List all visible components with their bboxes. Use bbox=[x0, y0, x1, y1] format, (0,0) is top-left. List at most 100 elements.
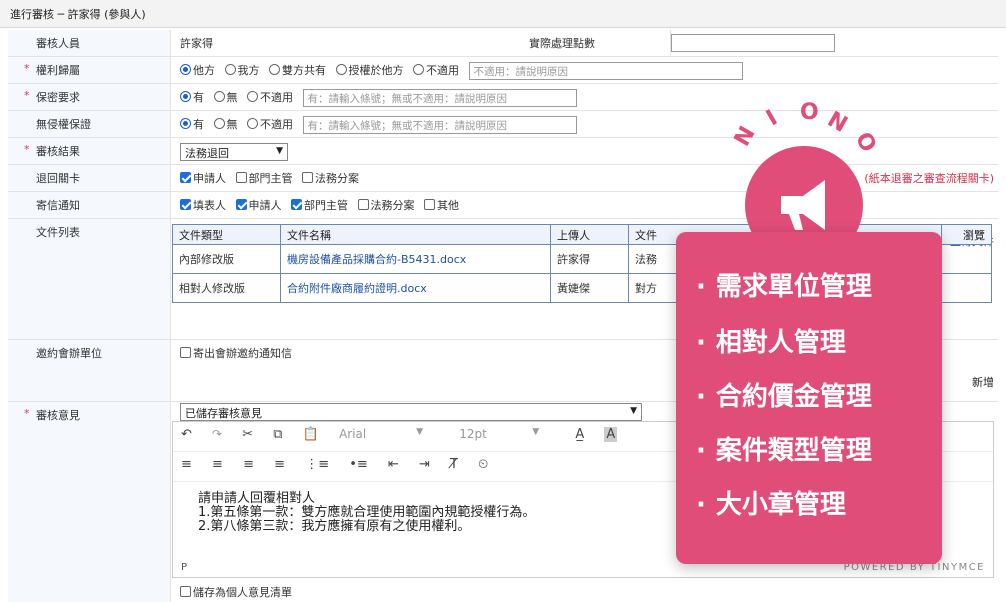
chevron-down-icon: ▼ bbox=[416, 427, 424, 437]
rights-option[interactable]: 不適用 bbox=[413, 64, 459, 77]
confidential-input[interactable]: 有：請輸入條號；無或不適用：請說明原因 bbox=[302, 89, 577, 107]
label-opinion: * 審核意見 bbox=[8, 402, 171, 602]
rights-option[interactable]: 我方 bbox=[224, 64, 260, 77]
confidential-option[interactable]: 無 bbox=[213, 91, 238, 104]
align-center-icon[interactable]: ≡ bbox=[212, 457, 223, 472]
result-select[interactable]: 法務退回 ▼ bbox=[180, 143, 288, 161]
save-personal-option[interactable]: 儲存為個人意見清單 bbox=[180, 584, 292, 600]
radio bbox=[269, 64, 280, 75]
justify-icon[interactable]: ≡ bbox=[274, 457, 285, 472]
doc-type: 相對人修改版 bbox=[172, 273, 281, 303]
popup-item: · 大小章管理 bbox=[696, 490, 846, 520]
popup-item: · 相對人管理 bbox=[696, 328, 846, 358]
col-header: 文件類型 bbox=[172, 224, 281, 245]
view-cell[interactable] bbox=[941, 244, 992, 274]
confidential-option[interactable]: 不適用 bbox=[247, 91, 293, 104]
radio bbox=[247, 91, 258, 102]
checkbox-checked bbox=[235, 199, 247, 210]
rights-reason-input[interactable]: 不適用：請說明原因 bbox=[468, 62, 743, 80]
label-rights: * 權利歸屬 bbox=[8, 57, 171, 83]
returnstage-option[interactable]: 法務分案 bbox=[302, 172, 359, 185]
font-size-select[interactable]: 12pt ▼ bbox=[459, 427, 555, 441]
noinfringe-options: 有 無 不適用 有：請輸入條號；無或不適用：請說明原因 bbox=[180, 116, 577, 134]
align-right-icon[interactable]: ≡ bbox=[243, 457, 254, 472]
mail-option[interactable]: 其他 bbox=[424, 199, 459, 212]
popup-item: · 案件類型管理 bbox=[696, 436, 872, 466]
rights-option[interactable]: 他方 bbox=[180, 64, 215, 77]
add-button[interactable]: 新增 bbox=[972, 374, 994, 390]
doc-name-link[interactable]: 機房設備產品採購合約-B5431.docx bbox=[280, 244, 551, 274]
checkbox bbox=[424, 199, 435, 210]
undo-icon[interactable]: ↶ bbox=[181, 427, 192, 442]
points-input[interactable] bbox=[671, 34, 835, 52]
bullet-list-icon[interactable]: •≡ bbox=[349, 457, 368, 472]
returnstage-options: 申請人 部門主管 法務分案 bbox=[180, 170, 365, 186]
numbered-list-icon[interactable]: ⋮≡ bbox=[305, 457, 329, 472]
checkbox bbox=[357, 199, 369, 210]
mail-option[interactable]: 填表人 bbox=[180, 199, 226, 212]
row-reviewer: 審核人員 許家得 實際處理點數 bbox=[8, 30, 998, 57]
redo-icon[interactable]: ↷ bbox=[212, 427, 222, 441]
checkbox bbox=[235, 172, 247, 183]
paste-icon[interactable]: 📋 bbox=[303, 427, 319, 442]
radio bbox=[247, 118, 258, 129]
cut-icon[interactable]: ✂ bbox=[242, 427, 253, 442]
noinfringe-option[interactable]: 無 bbox=[213, 118, 238, 131]
mail-option[interactable]: 部門主管 bbox=[291, 199, 348, 212]
clock-icon[interactable]: ⏲ bbox=[478, 457, 488, 472]
noinfringe-option[interactable]: 有 bbox=[180, 118, 204, 131]
view-cell[interactable] bbox=[941, 273, 992, 303]
doc-name-link[interactable]: 合約附件廠商履約證明.docx bbox=[280, 273, 551, 303]
popup-item: · 需求單位管理 bbox=[696, 272, 872, 302]
confidential-option[interactable]: 有 bbox=[180, 91, 204, 104]
background-color-icon[interactable]: A bbox=[604, 427, 618, 442]
result-select-wrap: 法務退回 ▼ bbox=[180, 143, 288, 161]
rights-options: 他方 我方 雙方共有 授權於他方 不適用 不適用：請說明原因 bbox=[180, 62, 743, 80]
mail-options: 填表人 申請人 部門主管 法務分案 其他 bbox=[180, 197, 465, 213]
confidential-options: 有 無 不適用 有：請輸入條號；無或不適用：請說明原因 bbox=[180, 89, 577, 107]
radio bbox=[335, 64, 347, 75]
label-noinfringe: 無侵權保證 bbox=[8, 111, 171, 137]
label-returnstage: 退回關卡 bbox=[8, 165, 171, 191]
label-confidential: * 保密要求 bbox=[8, 84, 171, 110]
rights-option[interactable]: 授權於他方 bbox=[335, 64, 404, 77]
radio bbox=[224, 64, 236, 75]
align-left-icon[interactable]: ≡ bbox=[181, 457, 192, 472]
checkbox-checked bbox=[180, 199, 191, 210]
label-mail: 寄信通知 bbox=[8, 192, 171, 218]
indent-icon[interactable]: ⇥ bbox=[419, 457, 430, 472]
radio-selected bbox=[180, 64, 191, 75]
returnstage-option[interactable]: 申請人 bbox=[180, 172, 226, 185]
outdent-icon[interactable]: ⇤ bbox=[388, 457, 399, 472]
popup-item: · 合約價金管理 bbox=[696, 382, 872, 412]
mail-option[interactable]: 申請人 bbox=[235, 199, 282, 212]
copy-icon[interactable]: ⧉ bbox=[273, 427, 282, 442]
points-label: 實際處理點數 bbox=[529, 37, 595, 50]
checkbox bbox=[180, 586, 191, 597]
radio-selected bbox=[180, 118, 191, 129]
noinfringe-option[interactable]: 不適用 bbox=[247, 118, 293, 131]
text-color-icon[interactable]: A̲ bbox=[575, 427, 584, 442]
chevron-down-icon: ▼ bbox=[276, 146, 283, 156]
font-family-select[interactable]: Arial ▼ bbox=[339, 427, 439, 441]
col-header: 瀏覽 bbox=[941, 224, 992, 245]
row-rights: * 權利歸屬 他方 我方 雙方共有 授權於他方 不適用 不適用：請說明原因 bbox=[8, 57, 998, 84]
doc-uploader: 許家得 bbox=[550, 244, 629, 274]
checkbox-checked bbox=[180, 172, 191, 183]
invite-option[interactable]: 寄出會辦邀約通知信 bbox=[180, 345, 292, 361]
noinfringe-input[interactable]: 有：請輸入條號；無或不適用：請說明原因 bbox=[302, 116, 577, 134]
radio-selected bbox=[180, 91, 191, 102]
chevron-down-icon: ▼ bbox=[630, 406, 637, 416]
label-result: * 審核結果 bbox=[8, 138, 171, 164]
clear-format-icon[interactable]: T̸ bbox=[450, 457, 458, 472]
returnstage-option[interactable]: 部門主管 bbox=[235, 172, 293, 185]
opinion-select-wrap: 已儲存審核意見 ▼ bbox=[180, 403, 642, 421]
returnstage-note: (紙本退審之審查流程關卡) bbox=[864, 172, 994, 185]
spark-icon: O bbox=[800, 100, 819, 125]
saved-opinion-select[interactable]: 已儲存審核意見 ▼ bbox=[180, 403, 642, 421]
rights-option[interactable]: 雙方共有 bbox=[269, 64, 326, 77]
mail-option[interactable]: 法務分案 bbox=[357, 199, 415, 212]
radio bbox=[213, 91, 225, 102]
col-header: 文件名稱 bbox=[280, 224, 551, 245]
row-confidential: * 保密要求 有 無 不適用 有：請輸入條號；無或不適用：請說明原因 bbox=[8, 84, 998, 111]
